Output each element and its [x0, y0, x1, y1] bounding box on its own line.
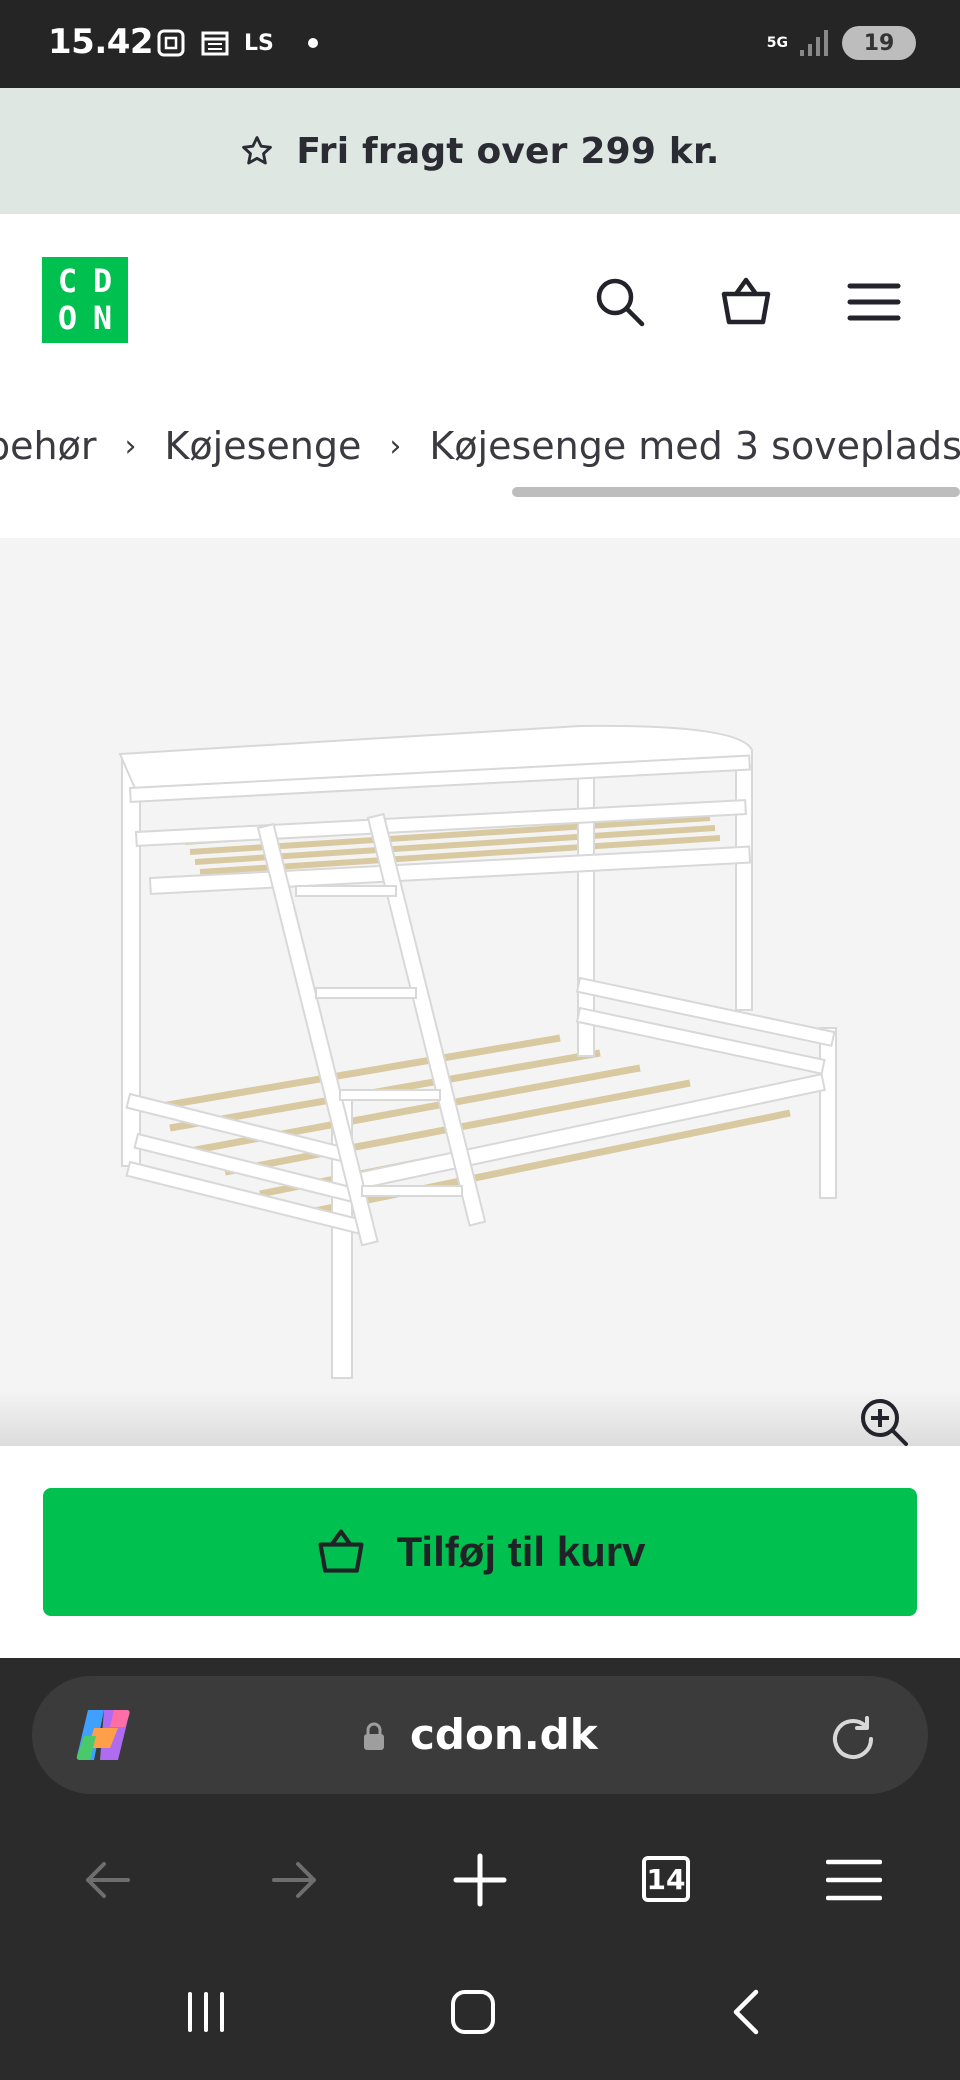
status-system-icons: 5G 19	[767, 26, 916, 60]
breadcrumb-scrollbar[interactable]	[512, 487, 960, 497]
status-notification-icons: LS	[156, 28, 318, 58]
tab-count: 14	[646, 1862, 686, 1896]
breadcrumb-item[interactable]: behør	[0, 424, 96, 468]
url-text[interactable]: cdon.dk	[410, 1710, 598, 1759]
tabs-icon[interactable]: 14	[642, 1856, 690, 1902]
logo-letter: O	[57, 299, 78, 337]
calendar-icon	[201, 31, 229, 56]
forward-arrow-icon[interactable]	[266, 1852, 322, 1908]
battery-level: 19	[863, 30, 895, 56]
add-to-cart-label: Tilføj til kurv	[396, 1528, 646, 1575]
basket-icon[interactable]	[718, 274, 774, 330]
new-tab-plus-icon[interactable]	[452, 1852, 508, 1908]
chevron-right-icon: ›	[124, 428, 137, 464]
site-header: C D O N	[0, 214, 960, 380]
breadcrumb-item[interactable]: Køjesenge	[164, 424, 361, 468]
browser-menu-icon[interactable]	[826, 1852, 882, 1908]
breadcrumb-trail: behør › Køjesenge › Køjesenge med 3 sove…	[0, 424, 960, 468]
carrier-label: LS	[244, 30, 274, 56]
signal-icon	[800, 30, 828, 56]
hamburger-menu-icon[interactable]	[846, 274, 902, 330]
search-icon[interactable]	[592, 274, 648, 330]
chevron-right-icon: ›	[389, 428, 402, 464]
network-type: 5G	[766, 35, 788, 51]
status-bar: 15.42 LS 5G 19	[0, 0, 960, 88]
add-to-cart-button[interactable]: Tilføj til kurv	[43, 1488, 917, 1616]
zoom-in-icon[interactable]	[860, 1398, 908, 1446]
bunk-bed-image	[118, 724, 837, 1379]
product-image[interactable]	[0, 538, 960, 1446]
image-shadow	[0, 1390, 960, 1446]
screenshot-icon	[157, 29, 185, 57]
breadcrumb-item-current[interactable]: Køjesenge med 3 sovepladser	[429, 424, 960, 468]
back-arrow-icon[interactable]	[80, 1852, 136, 1908]
reload-icon[interactable]	[826, 1712, 880, 1766]
star-outline-icon	[242, 136, 273, 165]
promo-banner: Fri fragt over 299 kr.	[0, 88, 960, 214]
basket-icon	[318, 1529, 364, 1573]
copilot-icon[interactable]	[74, 1706, 136, 1764]
recent-apps-icon[interactable]	[180, 1986, 232, 2038]
logo-letter: C	[57, 262, 78, 300]
notification-dot-icon	[307, 38, 318, 48]
logo-letter: N	[92, 299, 113, 337]
lock-icon	[364, 1722, 384, 1750]
status-time: 15.42	[48, 22, 154, 62]
logo-letter: D	[92, 262, 113, 300]
system-back-icon[interactable]	[722, 1986, 774, 2038]
promo-text: Fri fragt over 299 kr.	[296, 130, 720, 172]
home-icon[interactable]	[448, 1986, 500, 2038]
cdon-logo[interactable]: C D O N	[42, 257, 128, 343]
battery-indicator: 19	[842, 26, 916, 60]
